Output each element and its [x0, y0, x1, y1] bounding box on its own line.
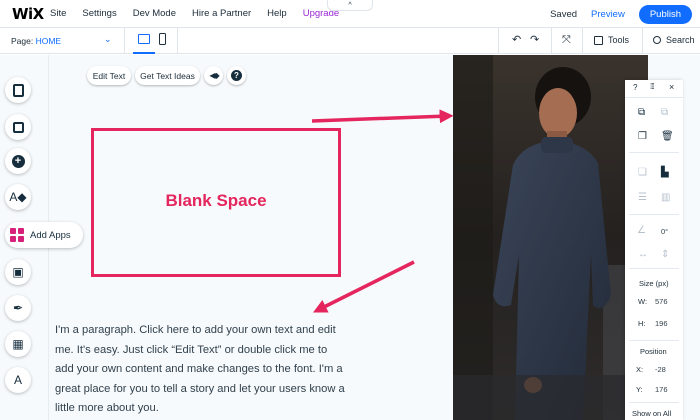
rotation-value[interactable]: 0°	[661, 227, 668, 236]
arrow-to-paragraph	[312, 260, 415, 313]
drag-handle-icon[interactable]: ⁞⁞⁞	[650, 82, 655, 91]
y-value[interactable]: 176	[655, 385, 668, 394]
arrow-to-image	[311, 109, 454, 124]
inspector-header: ? ⁞⁞⁞ ×	[625, 80, 683, 98]
show-on-all-pages[interactable]: Show on All	[632, 409, 671, 418]
copy-icon[interactable]: ⧉	[638, 108, 645, 118]
layer-icon[interactable]: ▙	[661, 168, 669, 178]
vertical-align-icon: ⇕	[661, 249, 670, 260]
stretch-icon: ↔	[638, 249, 648, 260]
distribute-icon: ▥	[661, 192, 671, 203]
paste-icon: ⧉	[661, 107, 669, 118]
position-title: Position	[640, 347, 667, 356]
annotation-arrows	[311, 109, 454, 313]
inspector-panel: ? ⁞⁞⁞ × ⧉ ⧉ ❐ 🗑 ❏ ▙ ☰ ▥ ∠ 0° ↔ ⇕ Size (p…	[625, 80, 683, 420]
x-label: X:	[636, 365, 644, 374]
delete-icon[interactable]: 🗑	[661, 132, 674, 142]
align-icon: ☰	[638, 192, 647, 203]
arrange-icon: ❏	[638, 167, 647, 178]
width-value[interactable]: 576	[655, 297, 668, 306]
width-label: W:	[638, 297, 648, 306]
divider	[629, 402, 679, 403]
divider	[629, 152, 679, 153]
close-icon[interactable]: ×	[669, 82, 674, 92]
height-label: H:	[638, 319, 646, 328]
divider	[629, 340, 679, 341]
rotate-icon: ∠	[637, 225, 646, 236]
height-value[interactable]: 196	[655, 319, 668, 328]
x-value[interactable]: -28	[655, 365, 666, 374]
duplicate-icon[interactable]: ❐	[638, 132, 647, 142]
divider	[629, 214, 679, 215]
help-icon[interactable]: ?	[633, 83, 637, 92]
divider	[629, 268, 679, 269]
size-title: Size (px)	[639, 279, 669, 288]
y-label: Y:	[636, 385, 643, 394]
